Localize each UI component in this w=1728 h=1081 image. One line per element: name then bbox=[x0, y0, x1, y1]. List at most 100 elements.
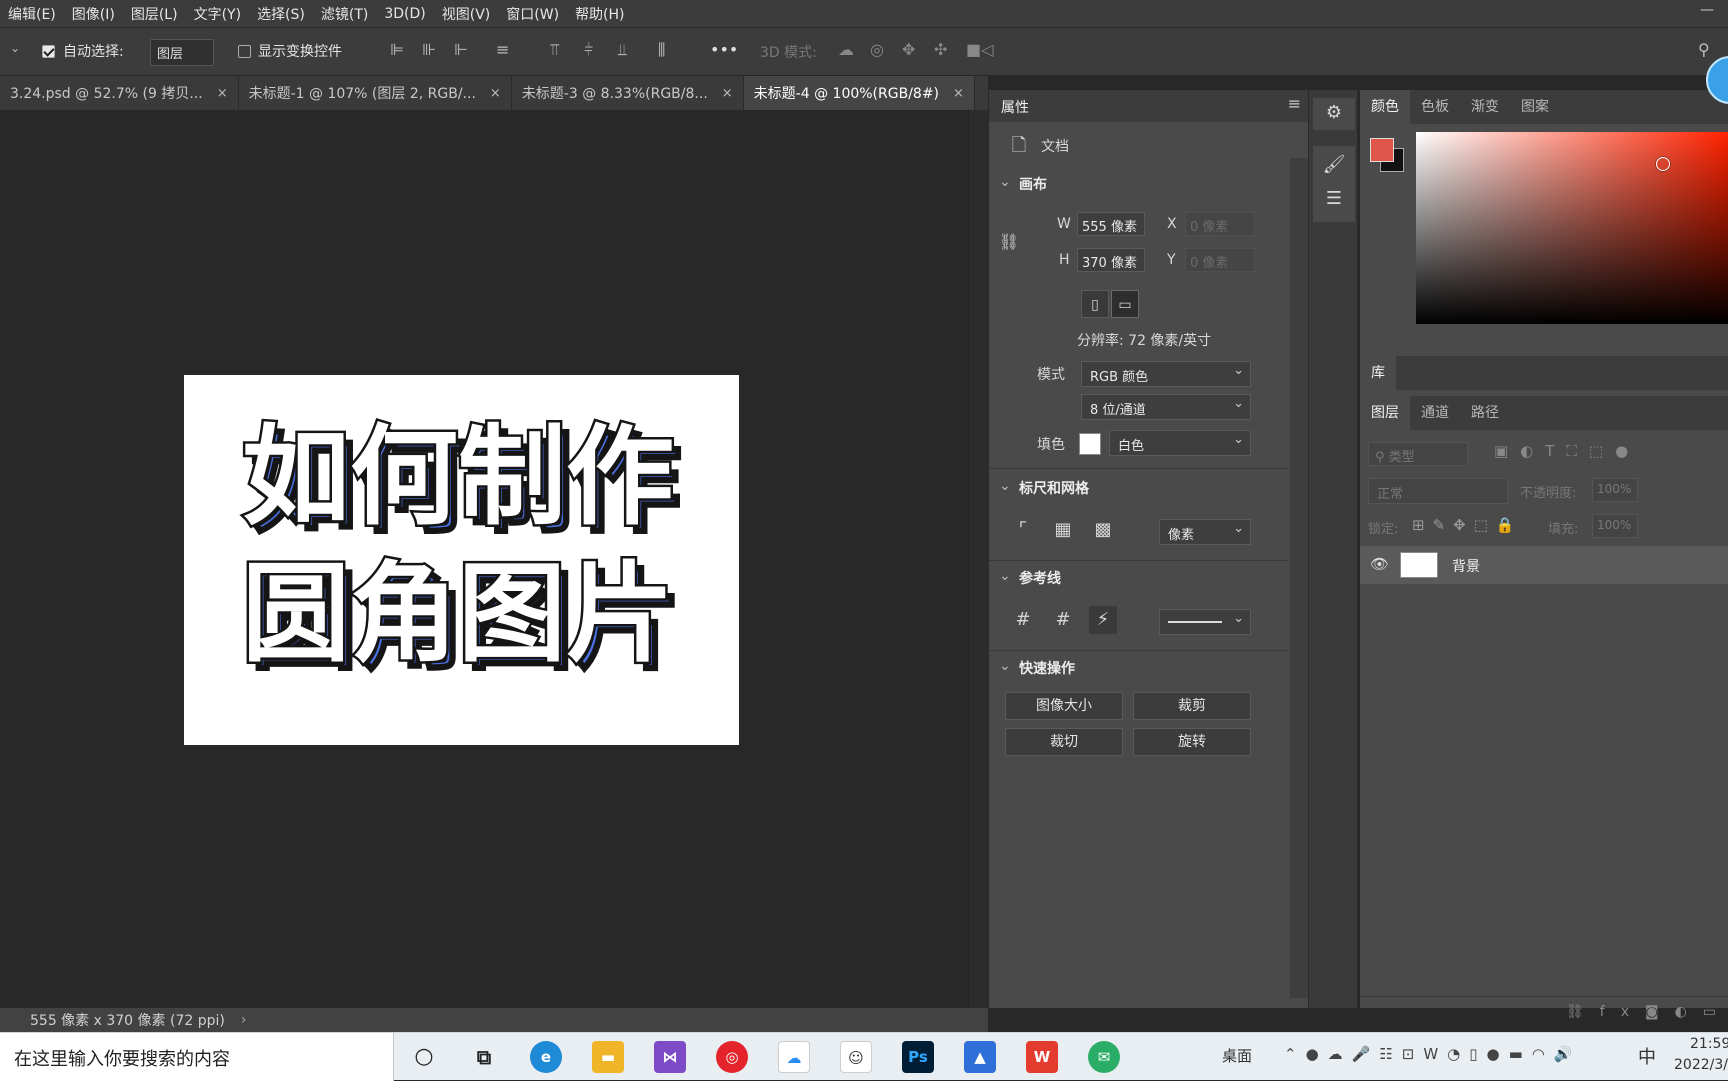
fill-dropdown[interactable]: 白色 bbox=[1109, 430, 1251, 456]
tab-color[interactable]: 颜色 bbox=[1360, 90, 1410, 124]
3d-orbit-icon[interactable]: ☁ bbox=[838, 40, 854, 59]
portrait-orientation-icon[interactable]: ▯ bbox=[1081, 290, 1109, 318]
file-explorer-icon[interactable]: ▬ bbox=[592, 1041, 624, 1073]
menu-image[interactable]: 图像(I) bbox=[64, 4, 123, 24]
show-transform-checkbox[interactable] bbox=[238, 45, 251, 58]
clock-time[interactable]: 21:59 bbox=[1690, 1036, 1728, 1052]
panel-menu-icon[interactable]: ≡ bbox=[1288, 94, 1301, 113]
status-menu-arrow-icon[interactable]: › bbox=[241, 1012, 247, 1028]
tab-document-3[interactable]: 未标题-3 @ 8.33%(RGB/8... × bbox=[511, 76, 744, 110]
auto-select-dropdown[interactable]: 图层 bbox=[150, 39, 214, 66]
tab-document-1[interactable]: 3.24.psd @ 52.7% (9 拷贝... × bbox=[0, 76, 239, 110]
close-icon[interactable]: × bbox=[953, 86, 964, 101]
color-picker-field[interactable] bbox=[1416, 132, 1728, 324]
close-icon[interactable]: × bbox=[217, 86, 228, 101]
baidu-netdisk-icon[interactable]: ☁ bbox=[778, 1041, 810, 1073]
quick-actions-section-title[interactable]: 快速操作 bbox=[1019, 658, 1075, 678]
blend-mode-dropdown[interactable]: 正常 bbox=[1368, 478, 1508, 504]
auto-select-checkbox[interactable] bbox=[42, 45, 55, 58]
document-canvas[interactable]: 如何制作 如何制作 圆角图片 圆角图片 bbox=[184, 375, 739, 745]
canvas-section-title[interactable]: 画布 bbox=[1019, 174, 1047, 194]
canvas-collapse-icon[interactable]: ⌄ bbox=[999, 174, 1011, 190]
tool-preset-chevron-icon[interactable]: ⌄ bbox=[10, 41, 20, 55]
tab-patterns[interactable]: 图案 bbox=[1510, 90, 1560, 124]
tab-paths[interactable]: 路径 bbox=[1460, 396, 1510, 430]
menu-edit[interactable]: 编辑(E) bbox=[0, 4, 64, 24]
task-view-icon[interactable]: ⧉ bbox=[468, 1041, 500, 1073]
photoshop-icon[interactable]: Ps bbox=[902, 1041, 934, 1073]
distribute-vertical-icon[interactable]: ≡ bbox=[496, 40, 509, 59]
color-mode-dropdown[interactable]: RGB 颜色 bbox=[1081, 361, 1251, 387]
desktop-label[interactable]: 桌面 bbox=[1222, 1045, 1252, 1066]
link-icon[interactable]: ⛓ bbox=[995, 228, 1023, 256]
align-right-icon[interactable]: ⊩ bbox=[454, 40, 468, 59]
guides-icon[interactable]: # bbox=[1009, 606, 1037, 634]
quick-actions-collapse-icon[interactable]: ⌄ bbox=[999, 658, 1011, 674]
brush-icon[interactable]: 🖌 bbox=[1313, 154, 1355, 175]
3d-drag-icon[interactable]: ✥ bbox=[902, 40, 915, 59]
close-icon[interactable]: × bbox=[490, 86, 501, 101]
photos-icon[interactable]: ▲ bbox=[964, 1041, 996, 1073]
align-top-icon[interactable]: ⫪ bbox=[550, 40, 559, 60]
guides-section-title[interactable]: 参考线 bbox=[1019, 568, 1061, 588]
3d-roll-icon[interactable]: ◎ bbox=[870, 40, 884, 59]
trim-button[interactable]: 裁切 bbox=[1005, 728, 1123, 756]
visual-studio-icon[interactable]: ⋈ bbox=[654, 1041, 686, 1073]
layer-name[interactable]: 背景 bbox=[1452, 556, 1480, 576]
fx-icon[interactable]: fx bbox=[1600, 1004, 1645, 1020]
minimize-icon[interactable]: — bbox=[1700, 2, 1714, 18]
edge-browser-icon[interactable]: e bbox=[530, 1041, 562, 1073]
eye-icon[interactable]: 👁 bbox=[1370, 555, 1389, 573]
ruler-units-dropdown[interactable]: 像素 bbox=[1159, 519, 1251, 545]
bit-depth-dropdown[interactable]: 8 位/通道 bbox=[1081, 394, 1251, 420]
fill-opacity-field[interactable]: 100% bbox=[1592, 514, 1638, 538]
crop-button[interactable]: 裁剪 bbox=[1133, 692, 1251, 720]
3d-camera-icon[interactable]: ■◁ bbox=[966, 40, 993, 59]
align-middle-icon[interactable]: ⫩ bbox=[584, 40, 593, 60]
menu-3d[interactable]: 3D(D) bbox=[376, 6, 433, 22]
opacity-field[interactable]: 100% bbox=[1592, 478, 1638, 502]
landscape-orientation-icon[interactable]: ▭ bbox=[1111, 290, 1139, 318]
search-icon[interactable]: ⚲ bbox=[1698, 40, 1710, 59]
properties-scrollbar[interactable] bbox=[1290, 158, 1308, 998]
more-options-icon[interactable]: ••• bbox=[710, 40, 738, 59]
align-bottom-icon[interactable]: ⫫ bbox=[618, 40, 627, 60]
color-picker-cursor[interactable] bbox=[1656, 157, 1670, 171]
wechat-icon[interactable]: ✉ bbox=[1088, 1041, 1120, 1073]
menu-view[interactable]: 视图(V) bbox=[434, 4, 499, 24]
netease-music-icon[interactable]: ◎ bbox=[716, 1041, 748, 1073]
layer-footer-icons[interactable]: ⛓fx◙◐▭ bbox=[1566, 1004, 1728, 1020]
foreground-color-swatch[interactable] bbox=[1370, 138, 1394, 162]
y-field[interactable]: 0 像素 bbox=[1185, 248, 1255, 272]
layer-row[interactable]: 👁 背景 bbox=[1360, 546, 1728, 584]
lock-guides-icon[interactable]: # bbox=[1049, 606, 1077, 634]
align-left-icon[interactable]: ⊫ bbox=[390, 40, 404, 59]
tab-gradients[interactable]: 渐变 bbox=[1460, 90, 1510, 124]
layer-filter-dropdown[interactable]: ⚲ 类型 bbox=[1368, 442, 1468, 466]
width-field[interactable]: 555 像素 bbox=[1077, 212, 1145, 236]
menu-select[interactable]: 选择(S) bbox=[249, 4, 313, 24]
properties-title[interactable]: 属性 bbox=[1001, 97, 1029, 117]
align-center-icon[interactable]: ⊪ bbox=[422, 40, 436, 59]
adjustments-icon[interactable]: ☰ bbox=[1313, 188, 1355, 209]
chat-app-icon[interactable]: ☺ bbox=[840, 1041, 872, 1073]
image-size-button[interactable]: 图像大小 bbox=[1005, 692, 1123, 720]
menu-layer[interactable]: 图层(L) bbox=[123, 4, 186, 24]
ruler-icon[interactable]: ⌜ bbox=[1009, 516, 1037, 544]
tab-channels[interactable]: 通道 bbox=[1410, 396, 1460, 430]
guides-collapse-icon[interactable]: ⌄ bbox=[999, 568, 1011, 584]
vertical-scrollbar[interactable] bbox=[968, 110, 988, 1008]
close-icon[interactable]: × bbox=[722, 86, 733, 101]
wps-icon[interactable]: W bbox=[1026, 1041, 1058, 1073]
height-field[interactable]: 370 像素 bbox=[1077, 248, 1145, 272]
clock-date[interactable]: 2022/3/ bbox=[1674, 1057, 1728, 1073]
properties-panel-icon[interactable]: ⚙ bbox=[1313, 102, 1355, 123]
tab-document-2[interactable]: 未标题-1 @ 107% (图层 2, RGB/... × bbox=[238, 76, 512, 110]
ime-indicator[interactable]: 中 bbox=[1638, 1043, 1656, 1069]
system-tray-icons[interactable]: ⌃●☁🎤☷⊡W◔▯●▬◠🔊 bbox=[1284, 1045, 1582, 1063]
layer-filter-icons[interactable]: ▣◐T⛶⬚● bbox=[1494, 442, 1640, 460]
fill-color-swatch[interactable] bbox=[1079, 433, 1101, 455]
rulers-section-title[interactable]: 标尺和网格 bbox=[1019, 478, 1089, 498]
pixel-grid-icon[interactable]: ▩ bbox=[1089, 516, 1117, 544]
guide-style-dropdown[interactable] bbox=[1159, 609, 1251, 635]
